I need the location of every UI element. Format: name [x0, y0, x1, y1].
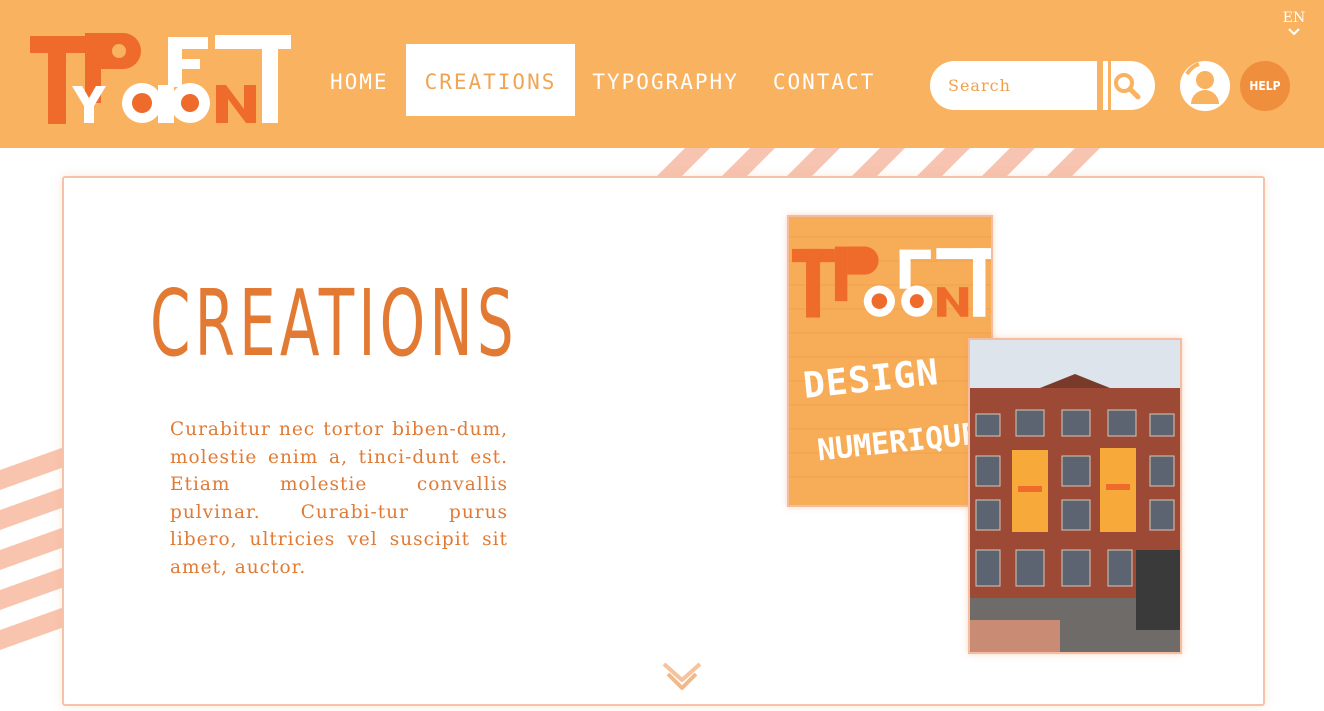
help-button[interactable]: HELP	[1240, 61, 1290, 111]
chevron-down-icon[interactable]	[1288, 28, 1300, 36]
building-illustration	[970, 340, 1180, 652]
site-header: HOME CREATIONS TYPOGRAPHY CONTACT HELP E…	[0, 0, 1324, 148]
language-selector[interactable]: EN	[1276, 10, 1312, 26]
intro-paragraph: Curabitur nec tortor biben-dum, molestie…	[170, 419, 508, 578]
nav-home[interactable]: HOME	[313, 44, 406, 116]
poster-image: DESIGN NUMERIQUE	[787, 215, 993, 507]
search-input[interactable]	[930, 61, 1094, 110]
user-icon[interactable]	[1179, 60, 1231, 112]
building-photo	[968, 338, 1182, 654]
decorative-stripes	[0, 445, 70, 650]
nav-creations[interactable]: CREATIONS	[405, 44, 576, 116]
search-icon[interactable]	[1108, 68, 1146, 106]
scroll-down-chevron-icon[interactable]	[660, 660, 704, 694]
page-title: CREATIONS	[150, 270, 518, 377]
main-nav: HOME CREATIONS TYPOGRAPHY CONTACT	[313, 44, 892, 116]
search-divider	[1097, 61, 1103, 110]
nav-typography[interactable]: TYPOGRAPHY	[575, 44, 755, 116]
typofont-logo[interactable]	[30, 31, 292, 126]
nav-contact[interactable]: CONTACT	[756, 44, 893, 116]
decorative-stripes	[655, 148, 1100, 178]
